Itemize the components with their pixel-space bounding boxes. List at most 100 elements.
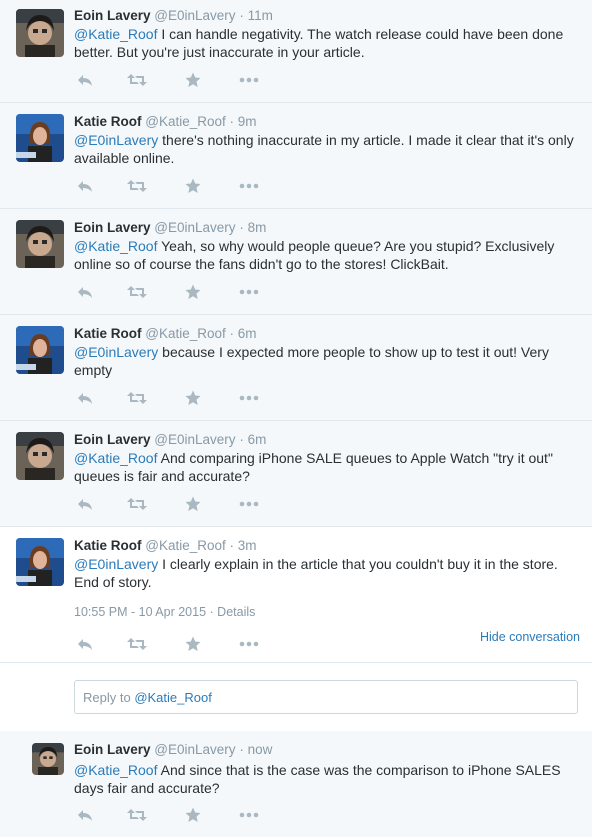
tweet-header: Katie Roof @Katie_Roof · 6m (74, 326, 257, 341)
tweet-time[interactable]: 3m (238, 538, 257, 553)
tweet-text: @E0inLavery because I expected more peop… (74, 343, 574, 379)
author-name[interactable]: Eoin Lavery (74, 742, 151, 757)
more-icon[interactable] (238, 72, 260, 88)
tweet-time[interactable]: 8m (248, 220, 267, 235)
separator: · (239, 8, 244, 23)
tweet-timestamp[interactable]: 10:55 PM - 10 Apr 2015 (74, 605, 206, 619)
more-icon[interactable] (238, 636, 260, 652)
author-handle[interactable]: @Katie_Roof (145, 114, 226, 129)
tweet[interactable]: Eoin Lavery @E0inLavery · 8m @Katie_Roof… (0, 209, 592, 315)
mention-link[interactable]: @E0inLavery (74, 556, 158, 572)
more-icon[interactable] (238, 178, 260, 194)
author-name[interactable]: Katie Roof (74, 326, 142, 341)
reply-placeholder: Reply to (83, 690, 135, 705)
more-icon[interactable] (238, 390, 260, 406)
tweet[interactable]: Eoin Lavery @E0inLavery · 11m @Katie_Roo… (0, 0, 592, 103)
hide-conversation-link[interactable]: Hide conversation (480, 630, 580, 644)
tweet-text: @E0inLavery there's nothing inaccurate i… (74, 131, 574, 167)
avatar-katie[interactable] (16, 538, 64, 586)
mention-link[interactable]: @Katie_Roof (74, 26, 157, 42)
tweet-text-line: And comparing iPhone SALE queues to Appl… (157, 450, 553, 466)
author-name[interactable]: Katie Roof (74, 538, 142, 553)
tweet-header: Eoin Lavery @E0inLavery · now (74, 742, 272, 757)
mention-link[interactable]: @Katie_Roof (74, 762, 157, 778)
details-link[interactable]: Details (217, 605, 255, 619)
reply-icon[interactable] (74, 178, 96, 194)
retweet-icon[interactable] (126, 284, 148, 300)
avatar-katie[interactable] (16, 326, 64, 374)
author-name[interactable]: Eoin Lavery (74, 8, 151, 23)
mention-link[interactable]: @Katie_Roof (74, 238, 157, 254)
reply-icon[interactable] (74, 496, 96, 512)
mention-link[interactable]: @E0inLavery (74, 344, 158, 360)
retweet-icon[interactable] (126, 178, 148, 194)
reply-input[interactable]: Reply to @Katie_Roof (74, 680, 578, 714)
avatar-eoin[interactable] (16, 9, 64, 57)
retweet-icon[interactable] (126, 72, 148, 88)
tweet[interactable]: Eoin Lavery @E0inLavery · 6m @Katie_Roof… (0, 421, 592, 527)
tweet-text: @E0inLavery I clearly explain in the art… (74, 555, 574, 591)
tweet-text-line: I can handle negativity. The watch relea… (157, 26, 564, 42)
favorite-icon[interactable] (182, 284, 204, 300)
more-icon[interactable] (238, 807, 260, 823)
tweet-text-line: there's nothing inaccurate in my article… (158, 132, 574, 148)
avatar-eoin[interactable] (16, 220, 64, 268)
tweet-text-line: available online. (74, 150, 175, 166)
reply-icon[interactable] (74, 807, 96, 823)
tweet-text: @Katie_Roof Yeah, so why would people qu… (74, 237, 574, 273)
tweet-text-line: better. But you're just inaccurate in yo… (74, 44, 365, 60)
tweet-time[interactable]: now (248, 742, 273, 757)
tweet-text-line: And since that is the case was the compa… (157, 762, 561, 778)
separator: · (239, 220, 244, 235)
tweet-focused[interactable]: Katie Roof @Katie_Roof · 3m @E0inLavery … (0, 527, 592, 663)
favorite-icon[interactable] (182, 807, 204, 823)
tweet-header: Katie Roof @Katie_Roof · 9m (74, 114, 257, 129)
avatar-katie[interactable] (16, 114, 64, 162)
tweet-time[interactable]: 9m (238, 114, 257, 129)
tweet-text-line: empty (74, 362, 113, 378)
more-icon[interactable] (238, 496, 260, 512)
more-icon[interactable] (238, 284, 260, 300)
author-handle[interactable]: @Katie_Roof (145, 326, 226, 341)
tweet-text: @Katie_Roof And comparing iPhone SALE qu… (74, 449, 574, 485)
retweet-icon[interactable] (126, 636, 148, 652)
separator: · (229, 538, 235, 553)
reply-tweet[interactable]: Eoin Lavery @E0inLavery · now @Katie_Roo… (0, 731, 592, 837)
author-handle[interactable]: @E0inLavery (154, 432, 235, 447)
tweet-header: Eoin Lavery @E0inLavery · 6m (74, 432, 266, 447)
author-name[interactable]: Katie Roof (74, 114, 142, 129)
tweet-text: @Katie_Roof I can handle negativity. The… (74, 25, 574, 61)
reply-icon[interactable] (74, 284, 96, 300)
author-handle[interactable]: @E0inLavery (154, 220, 235, 235)
mention-link[interactable]: @E0inLavery (74, 132, 158, 148)
tweet-time[interactable]: 11m (248, 8, 273, 23)
author-handle[interactable]: @E0inLavery (154, 8, 235, 23)
separator: · (229, 114, 235, 129)
author-name[interactable]: Eoin Lavery (74, 220, 151, 235)
favorite-icon[interactable] (182, 390, 204, 406)
retweet-icon[interactable] (126, 390, 148, 406)
author-handle[interactable]: @Katie_Roof (145, 538, 226, 553)
tweet-time[interactable]: 6m (248, 432, 267, 447)
author-name[interactable]: Eoin Lavery (74, 432, 151, 447)
retweet-icon[interactable] (126, 807, 148, 823)
favorite-icon[interactable] (182, 72, 204, 88)
tweet-text-line: because I expected more people to show u… (158, 344, 549, 360)
reply-icon[interactable] (74, 636, 96, 652)
tweet-text-line: Yeah, so why would people queue? Are you… (157, 238, 555, 254)
tweet[interactable]: Katie Roof @Katie_Roof · 9m @E0inLavery … (0, 103, 592, 209)
retweet-icon[interactable] (126, 496, 148, 512)
favorite-icon[interactable] (182, 178, 204, 194)
tweet[interactable]: Katie Roof @Katie_Roof · 6m @E0inLavery … (0, 315, 592, 421)
favorite-icon[interactable] (182, 496, 204, 512)
avatar-eoin[interactable] (32, 743, 64, 775)
author-handle[interactable]: @E0inLavery (154, 742, 235, 757)
tweet-time[interactable]: 6m (238, 326, 257, 341)
reply-icon[interactable] (74, 72, 96, 88)
reply-icon[interactable] (74, 390, 96, 406)
mention-link[interactable]: @Katie_Roof (74, 450, 157, 466)
favorite-icon[interactable] (182, 636, 204, 652)
tweet-text: @Katie_Roof And since that is the case w… (74, 761, 574, 797)
tweet-text-line: online so of course the fans didn't go t… (74, 256, 449, 272)
avatar-eoin[interactable] (16, 432, 64, 480)
